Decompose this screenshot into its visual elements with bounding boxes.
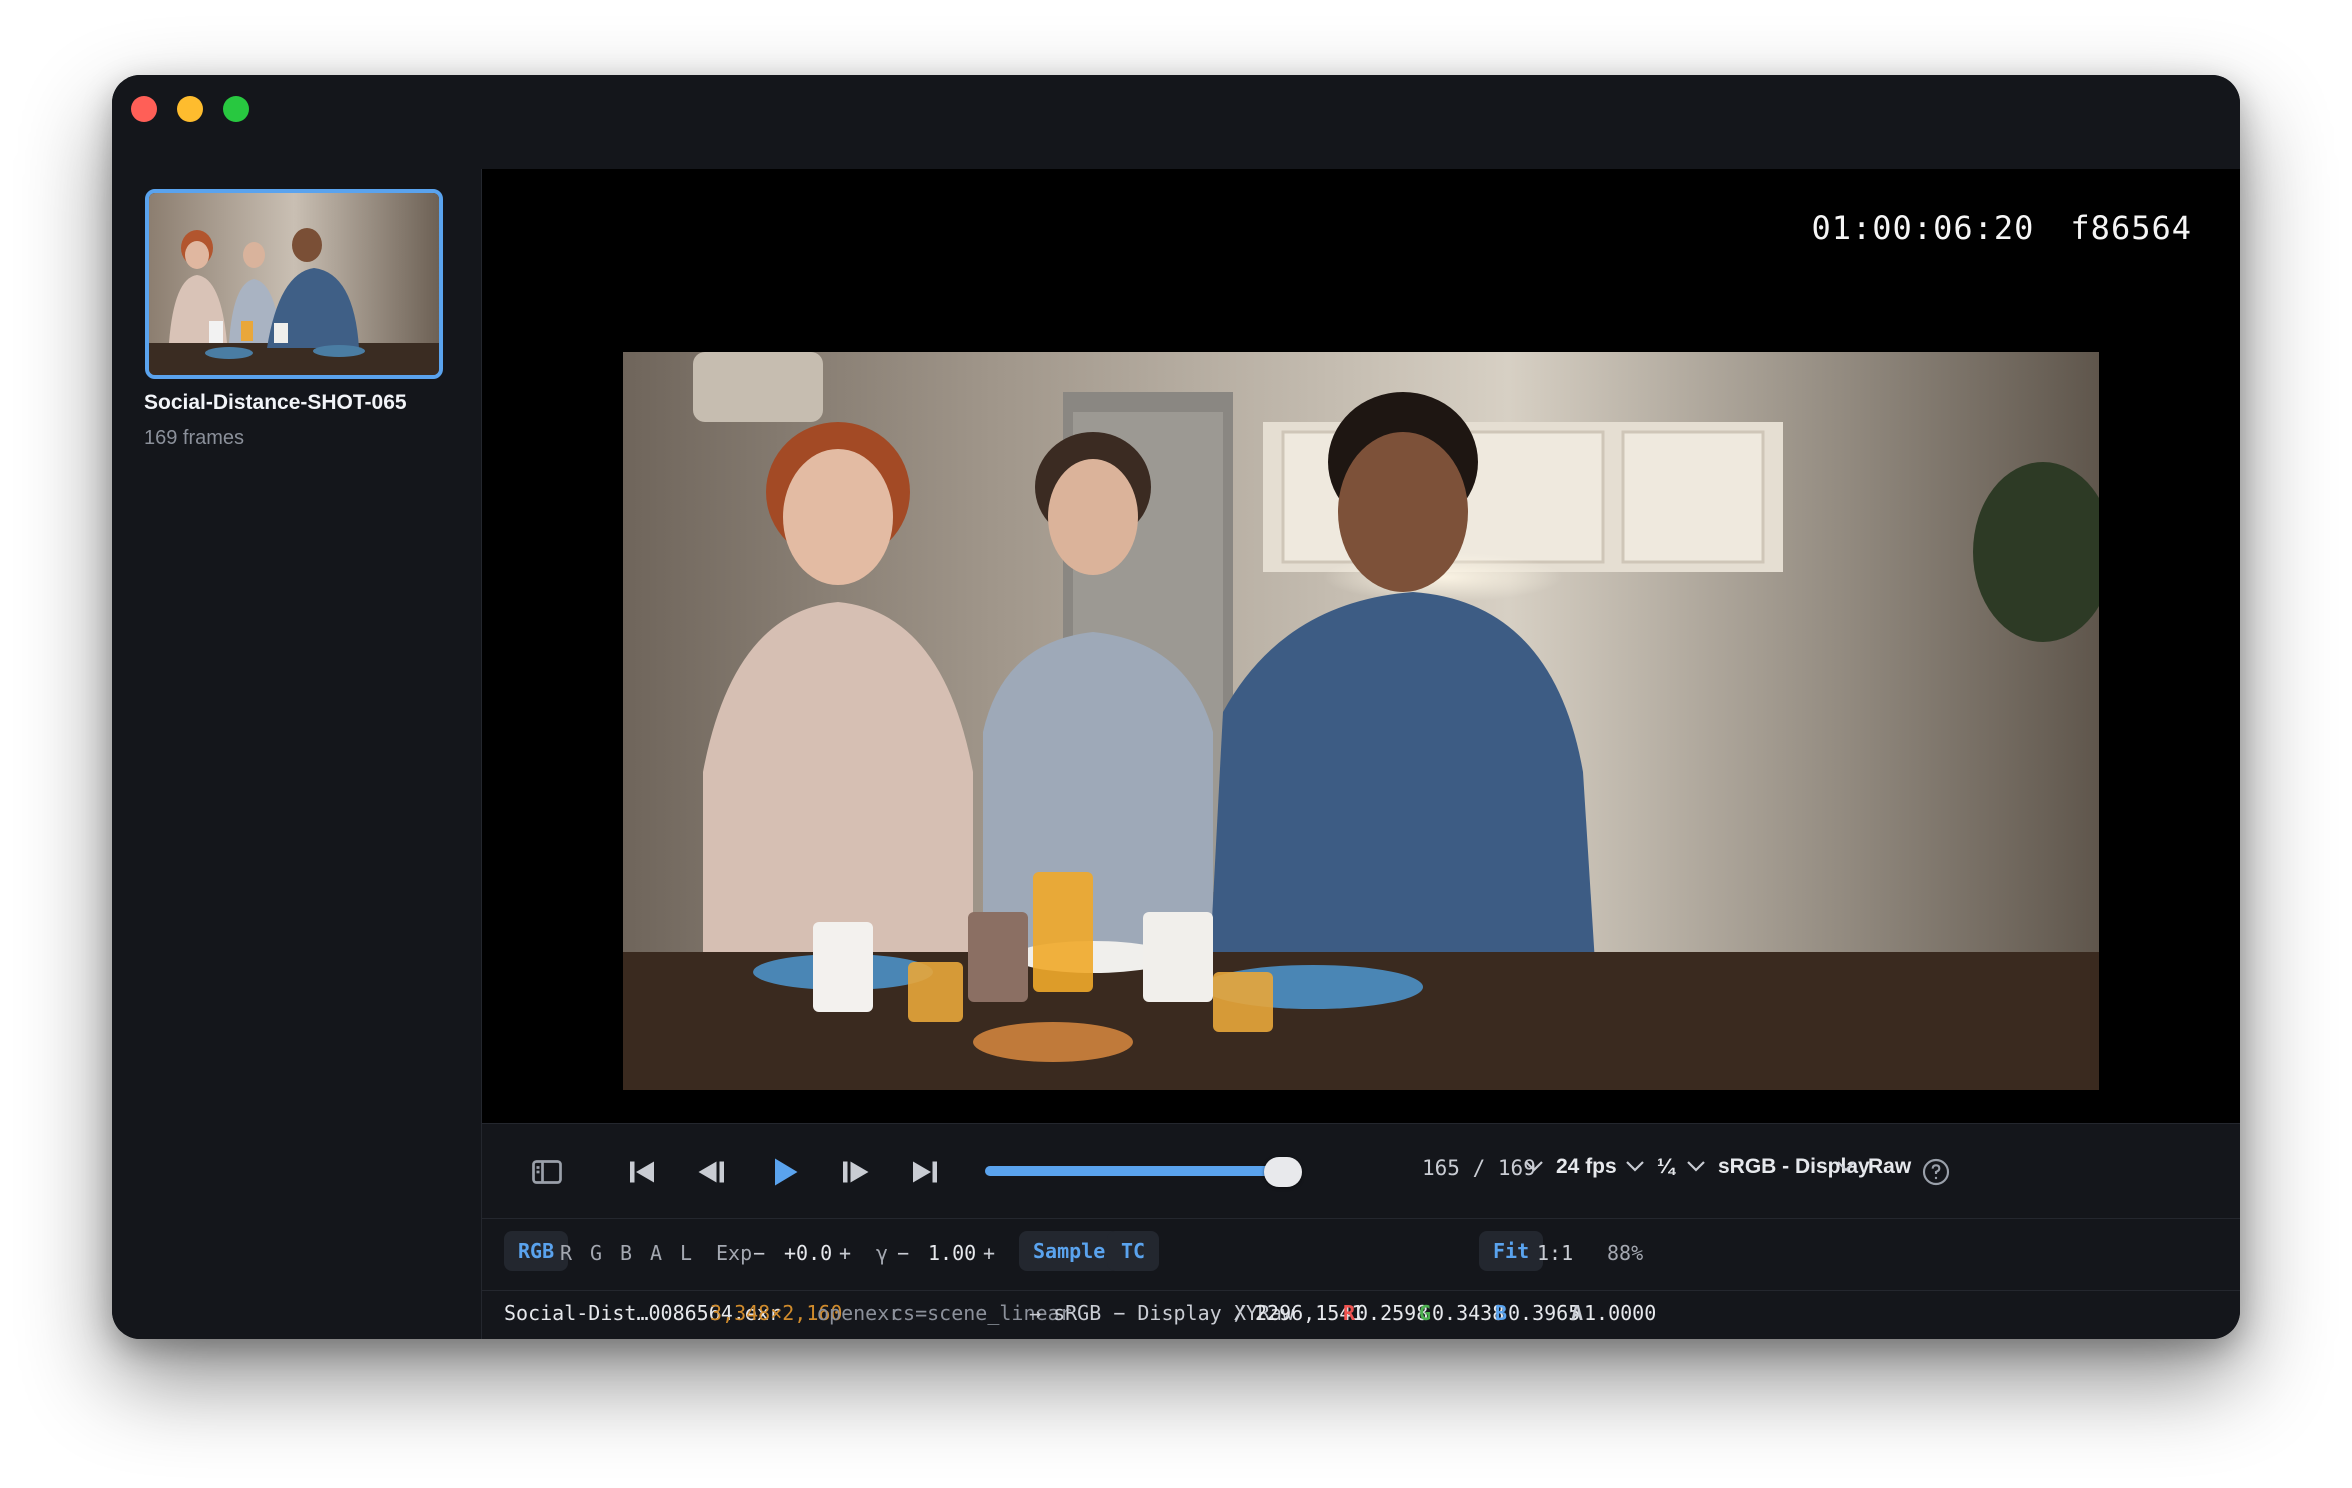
gamma-increase-button[interactable]: +: [983, 1241, 995, 1265]
status-format: openexr: [817, 1301, 902, 1325]
app-window: Social-Distance-SHOT-065 169 frames 01:0…: [112, 75, 2240, 1339]
channel-a-button[interactable]: A: [650, 1241, 662, 1265]
tc-button[interactable]: TC: [1107, 1231, 1160, 1271]
playhead-knob[interactable]: [1264, 1157, 1303, 1187]
zoom-one-to-one-button[interactable]: 1:1: [1537, 1241, 1573, 1265]
minimize-window-button[interactable]: [177, 96, 203, 122]
channel-toolbar: RGB R G B A L Exp − +0.0 + γ − 1.00 + Sa…: [482, 1219, 2240, 1291]
sidebar-toggle-icon[interactable]: [529, 1154, 565, 1190]
fps-dropdown[interactable]: 24 fps: [1522, 1154, 1617, 1179]
step-forward-icon[interactable]: [837, 1154, 873, 1190]
playhead-progress: [985, 1166, 1294, 1176]
status-bar: Social-Dist…0086564.exr 3,348×2,160 open…: [482, 1291, 2240, 1339]
playhead-scrubber[interactable]: [985, 1166, 1301, 1176]
chevron-down-icon: [1626, 1161, 1644, 1172]
channel-rgb-button[interactable]: RGB: [504, 1231, 569, 1271]
timecode-value: 01:00:06:20: [1811, 209, 2035, 247]
status-r-value: 0.2598: [1356, 1301, 1429, 1325]
status-b-label: B: [1495, 1301, 1508, 1325]
exposure-increase-button[interactable]: +: [839, 1241, 851, 1265]
frame-image[interactable]: [623, 352, 2099, 1090]
status-b-value: 0.3965: [1508, 1301, 1581, 1325]
step-back-icon[interactable]: [694, 1154, 730, 1190]
chevron-down-icon: [1837, 1161, 1855, 1172]
chevron-down-icon: [1687, 1161, 1705, 1172]
channel-r-button[interactable]: R: [560, 1241, 572, 1265]
status-a-value: 1.0000: [1584, 1301, 1657, 1325]
clip-thumbnail-image: [149, 193, 439, 375]
view-dropdown[interactable]: Raw: [1834, 1154, 1911, 1179]
zoom-percentage: 88%: [1607, 1241, 1644, 1265]
timecode-readout: 01:00:06:20 f86564: [1811, 209, 2192, 247]
frame-counter: 165 / 169: [1422, 1156, 1536, 1180]
clip-sidebar: Social-Distance-SHOT-065 169 frames: [112, 169, 482, 1339]
status-g-value: 0.3438: [1432, 1301, 1505, 1325]
skip-to-start-icon[interactable]: [624, 1154, 660, 1190]
clip-frame-count: 169 frames: [144, 427, 245, 449]
help-icon[interactable]: [1920, 1156, 1952, 1188]
zoom-fit-button[interactable]: Fit: [1479, 1231, 1544, 1271]
transport-bar: 165 / 169 24 fps ¼ sRGB - Display Raw: [482, 1123, 2240, 1219]
resolution-value: ¼: [1657, 1155, 1675, 1178]
fps-value: 24 fps: [1556, 1155, 1617, 1178]
skip-to-end-icon[interactable]: [907, 1154, 943, 1190]
status-a-label: A: [1571, 1301, 1584, 1325]
chevron-down-icon: [1525, 1161, 1543, 1172]
exposure-decrease-button[interactable]: −: [753, 1241, 765, 1265]
status-r-label: R: [1343, 1301, 1356, 1325]
channel-g-button[interactable]: G: [590, 1241, 602, 1265]
clip-name[interactable]: Social-Distance-SHOT-065: [144, 391, 407, 415]
sample-button[interactable]: Sample: [1019, 1231, 1120, 1271]
channel-b-button[interactable]: B: [620, 1241, 632, 1265]
exposure-value[interactable]: +0.0: [784, 1241, 832, 1265]
frame-id: f86564: [2070, 209, 2192, 247]
resolution-dropdown[interactable]: ¼: [1623, 1154, 1675, 1179]
zoom-window-button[interactable]: [223, 96, 249, 122]
gamma-label: γ: [876, 1241, 889, 1265]
gamma-value[interactable]: 1.00: [928, 1241, 976, 1265]
frame-image-content: [623, 352, 2099, 1090]
play-icon[interactable]: [766, 1154, 802, 1190]
clip-thumbnail[interactable]: [145, 189, 443, 379]
exposure-label: Exp: [716, 1241, 753, 1265]
close-window-button[interactable]: [131, 96, 157, 122]
title-bar: [112, 75, 2240, 170]
channel-l-button[interactable]: L: [680, 1241, 692, 1265]
status-g-label: G: [1419, 1301, 1432, 1325]
gamma-decrease-button[interactable]: −: [897, 1241, 909, 1265]
current-frame: 165: [1422, 1156, 1460, 1180]
view-value: Raw: [1868, 1155, 1912, 1178]
frame-separator: /: [1472, 1156, 1486, 1180]
image-viewer[interactable]: 01:00:06:20 f86564: [482, 169, 2240, 1123]
